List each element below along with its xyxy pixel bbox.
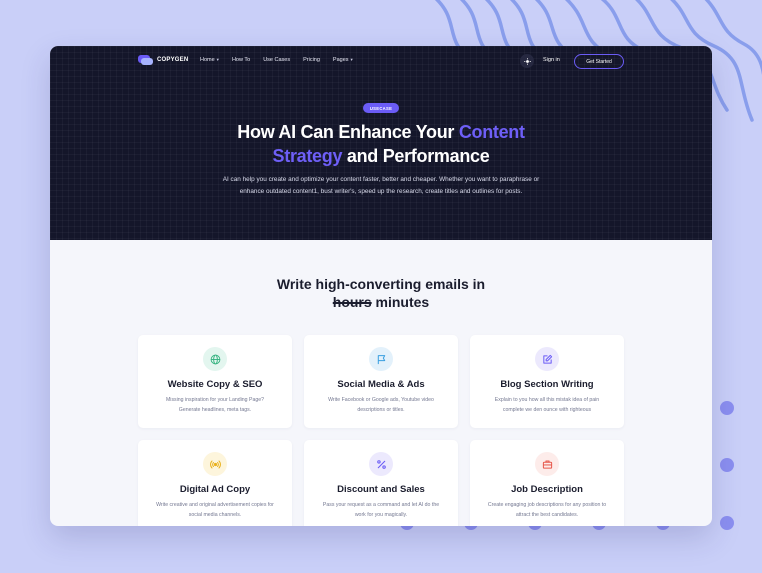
section-title-struck: hours [332, 294, 372, 310]
hero-title-part: and Performance [342, 146, 490, 166]
card-icon-badge [535, 347, 559, 371]
logo-text: COPYGEN [157, 57, 189, 63]
card-title: Website Copy & SEO [167, 379, 263, 390]
card-title: Job Description [511, 484, 583, 495]
edit-icon [542, 354, 552, 364]
nav-item-use-cases[interactable]: Use Cases [263, 57, 290, 63]
hero-title-accent: Content [458, 122, 525, 142]
hero-title-part: How AI Can Enhance Your [237, 122, 459, 142]
background-dot [720, 458, 734, 472]
nav-item-label: Pricing [303, 57, 320, 63]
nav-item-home[interactable]: Home ▾ [200, 57, 219, 63]
section-title-line: Write high-converting emails in [276, 276, 486, 292]
browser-frame: COPYGEN Home ▾ How To Use Cases Pricing … [50, 46, 712, 526]
card-title: Digital Ad Copy [179, 484, 251, 495]
hero-section: COPYGEN Home ▾ How To Use Cases Pricing … [50, 46, 712, 240]
broadcast-icon [209, 460, 221, 468]
nav-item-label: Pages [332, 57, 349, 63]
feature-card-social-media[interactable]: Social Media & Ads Write Facebook or Goo… [304, 335, 458, 428]
briefcase-icon [542, 460, 552, 469]
feature-card-blog-section[interactable]: Blog Section Writing Explain to you how … [470, 335, 624, 428]
top-navigation: COPYGEN Home ▾ How To Use Cases Pricing … [50, 46, 712, 78]
feature-card-job-description[interactable]: Job Description Create engaging job desc… [470, 440, 624, 526]
usecase-badge: USECASE [363, 103, 399, 113]
nav-item-label: Home [200, 57, 215, 63]
logo-icon [138, 55, 153, 65]
card-title: Discount and Sales [337, 484, 425, 495]
section-title: Write high-converting emails in hours mi… [50, 275, 712, 311]
card-icon-badge [203, 452, 227, 476]
card-description: Explain to you how all this mistak idea … [494, 397, 600, 413]
feature-card-website-copy[interactable]: Website Copy & SEO Missing inspiration f… [138, 335, 292, 428]
card-description: Write creative and original advertisemen… [156, 502, 274, 518]
hero-title: How AI Can Enhance Your Content Strategy… [50, 120, 712, 168]
chevron-down-icon: ▾ [216, 57, 219, 62]
card-description: Create engaging job descriptions for any… [487, 502, 607, 518]
get-started-button[interactable]: Get Started [574, 54, 624, 69]
nav-item-label: Use Cases [263, 57, 291, 63]
card-title: Blog Section Writing [500, 379, 594, 390]
theme-toggle-button[interactable] [520, 54, 534, 68]
flag-icon [377, 354, 385, 364]
percent-icon [376, 459, 386, 469]
nav-menu: Home ▾ How To Use Cases Pricing Pages ▾ [200, 57, 353, 63]
nav-item-label: How To [231, 57, 251, 63]
logo[interactable]: COPYGEN [138, 55, 188, 65]
section-title-rest: minutes [371, 294, 430, 310]
hero-description: AI can help you create and optimize your… [222, 176, 540, 195]
nav-item-how-to[interactable]: How To [232, 57, 250, 63]
card-icon-badge [369, 452, 393, 476]
card-description: Pass your request as a command and let A… [322, 502, 440, 518]
background-dot [720, 401, 734, 415]
sign-in-link[interactable]: Sign in [543, 57, 560, 63]
feature-card-digital-ad[interactable]: Digital Ad Copy Write creative and origi… [138, 440, 292, 526]
card-description: Write Facebook or Google ads, Youtube vi… [328, 397, 434, 413]
hero-title-accent: Strategy [272, 146, 343, 166]
feature-card-discount[interactable]: Discount and Sales Pass your request as … [304, 440, 458, 526]
nav-item-pricing[interactable]: Pricing [303, 57, 320, 63]
card-title: Social Media & Ads [337, 379, 425, 390]
globe-icon [210, 354, 220, 364]
sun-icon [523, 57, 531, 65]
card-description: Missing inspiration for your Landing Pag… [165, 397, 265, 413]
chevron-down-icon: ▾ [350, 57, 353, 62]
background-dot [720, 516, 734, 530]
nav-item-pages[interactable]: Pages ▾ [333, 57, 353, 63]
card-icon-badge [369, 347, 393, 371]
card-icon-badge [203, 347, 227, 371]
card-icon-badge [535, 452, 559, 476]
